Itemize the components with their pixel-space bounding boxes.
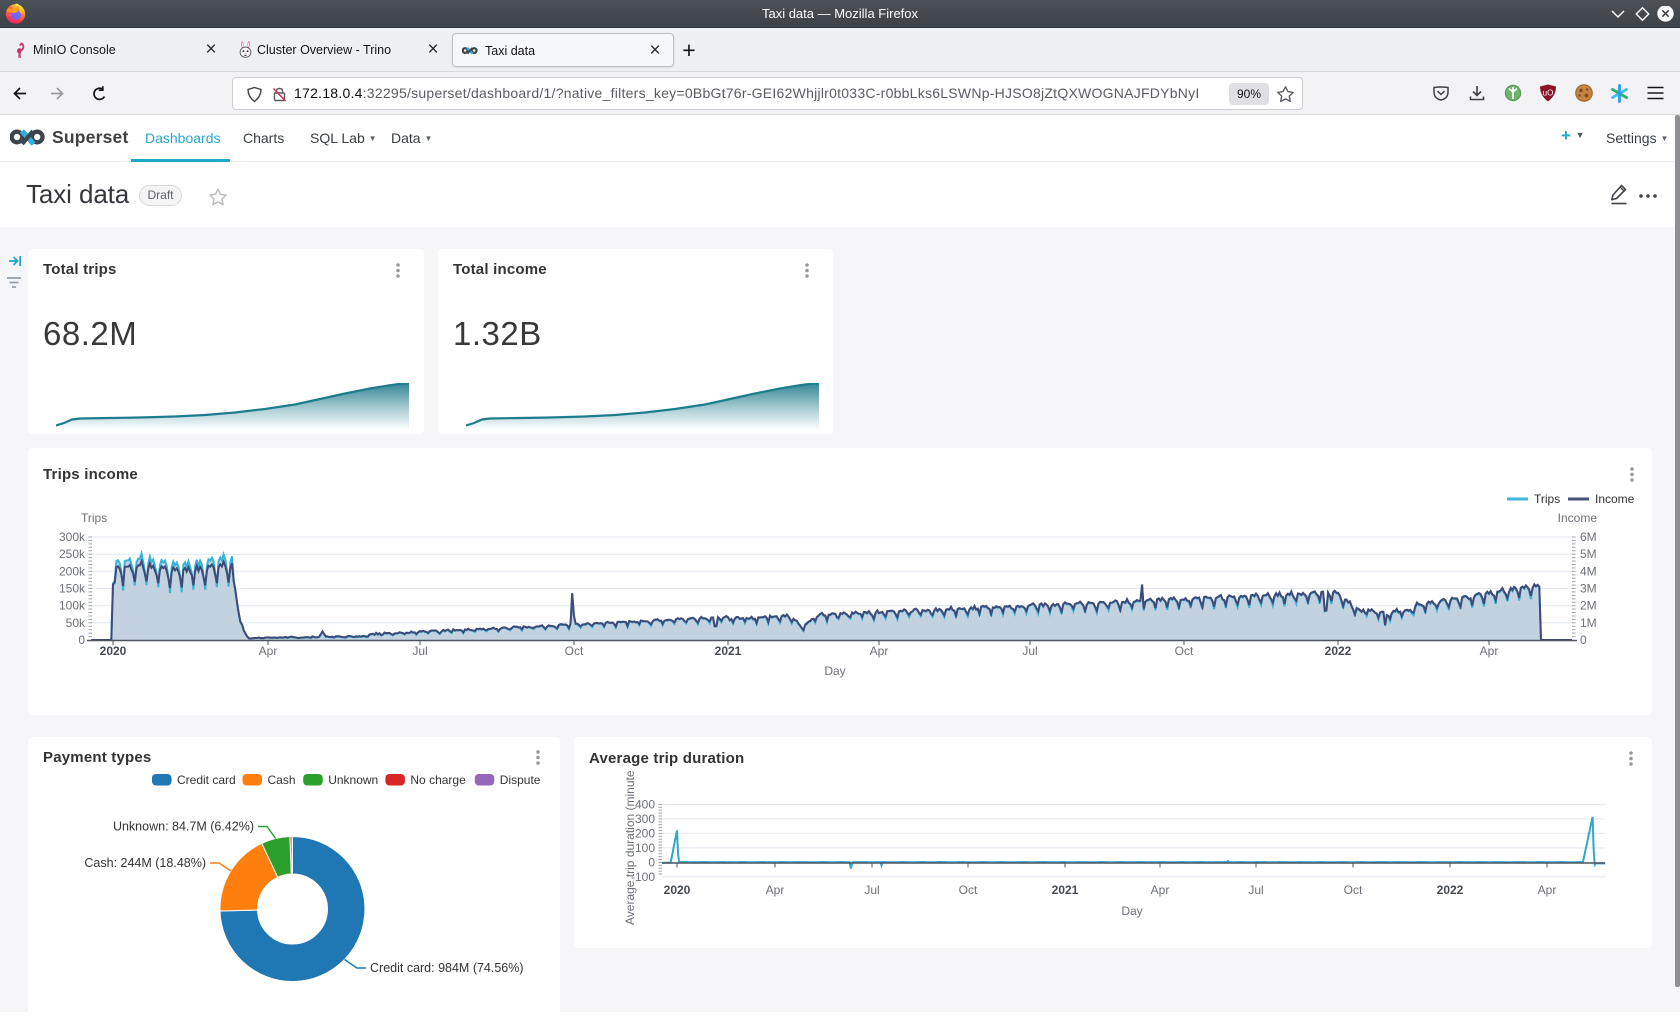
- svg-text:200k: 200k: [59, 564, 86, 578]
- svg-text:0: 0: [78, 633, 85, 647]
- svg-text:Apr: Apr: [766, 883, 785, 897]
- svg-text:150k: 150k: [59, 582, 86, 596]
- svg-text:1M: 1M: [1580, 616, 1597, 630]
- svg-text:100k: 100k: [59, 599, 86, 613]
- svg-text:No charge: No charge: [410, 773, 466, 787]
- svg-text:300: 300: [635, 812, 655, 826]
- svg-text:Trips income: Trips income: [43, 466, 138, 483]
- svg-text:Day: Day: [1121, 904, 1142, 918]
- svg-text:Payment types: Payment types: [43, 749, 151, 766]
- svg-text:Apr: Apr: [870, 644, 889, 658]
- svg-text:Credit card: 984M (74.56%): Credit card: 984M (74.56%): [370, 961, 524, 975]
- svg-text:Credit card: Credit card: [177, 773, 236, 787]
- svg-text:Jul: Jul: [1022, 644, 1037, 658]
- svg-text:Apr: Apr: [259, 644, 278, 658]
- svg-text:Apr: Apr: [1480, 644, 1499, 658]
- svg-text:Trips: Trips: [81, 511, 107, 525]
- svg-text:Trips: Trips: [1534, 492, 1560, 506]
- svg-text:250k: 250k: [59, 547, 86, 561]
- svg-text:Oct: Oct: [565, 644, 584, 658]
- svg-text:Oct: Oct: [959, 883, 978, 897]
- svg-text:2M: 2M: [1580, 599, 1597, 613]
- svg-text:400: 400: [635, 797, 655, 811]
- svg-text:2022: 2022: [1437, 883, 1464, 897]
- svg-text:Cash: 244M (18.48%): Cash: 244M (18.48%): [84, 856, 206, 870]
- svg-text:Unknown: Unknown: [328, 773, 378, 787]
- svg-text:2020: 2020: [100, 644, 127, 658]
- svg-text:6M: 6M: [1580, 530, 1597, 544]
- svg-text:Dispute: Dispute: [500, 773, 541, 787]
- svg-text:Income: Income: [1595, 492, 1635, 506]
- svg-text:100: 100: [635, 841, 655, 855]
- svg-text:300k: 300k: [59, 530, 86, 544]
- svg-text:2020: 2020: [664, 883, 691, 897]
- svg-text:2022: 2022: [1325, 644, 1352, 658]
- svg-text:Oct: Oct: [1344, 883, 1363, 897]
- svg-text:Jul: Jul: [1248, 883, 1263, 897]
- svg-text:50k: 50k: [66, 616, 86, 630]
- svg-text:200: 200: [635, 826, 655, 840]
- svg-text:Income: Income: [1558, 511, 1598, 525]
- svg-text:2021: 2021: [1052, 883, 1079, 897]
- svg-text:Average trip duration: Average trip duration: [589, 750, 744, 767]
- svg-text:Jul: Jul: [864, 883, 879, 897]
- svg-text:-100: -100: [631, 870, 655, 884]
- svg-text:2021: 2021: [715, 644, 742, 658]
- svg-text:Unknown: 84.7M (6.42%): Unknown: 84.7M (6.42%): [113, 820, 254, 834]
- svg-text:5M: 5M: [1580, 547, 1597, 561]
- svg-text:0: 0: [648, 855, 655, 869]
- svg-text:Cash: Cash: [268, 773, 296, 787]
- svg-text:uO: uO: [1543, 89, 1554, 98]
- svg-text:Day: Day: [824, 664, 845, 678]
- svg-text:4M: 4M: [1580, 564, 1597, 578]
- svg-text:Apr: Apr: [1538, 883, 1557, 897]
- svg-text:3M: 3M: [1580, 582, 1597, 596]
- svg-text:Apr: Apr: [1151, 883, 1170, 897]
- svg-text:Jul: Jul: [412, 644, 427, 658]
- svg-text:0: 0: [1580, 633, 1587, 647]
- svg-text:Oct: Oct: [1175, 644, 1194, 658]
